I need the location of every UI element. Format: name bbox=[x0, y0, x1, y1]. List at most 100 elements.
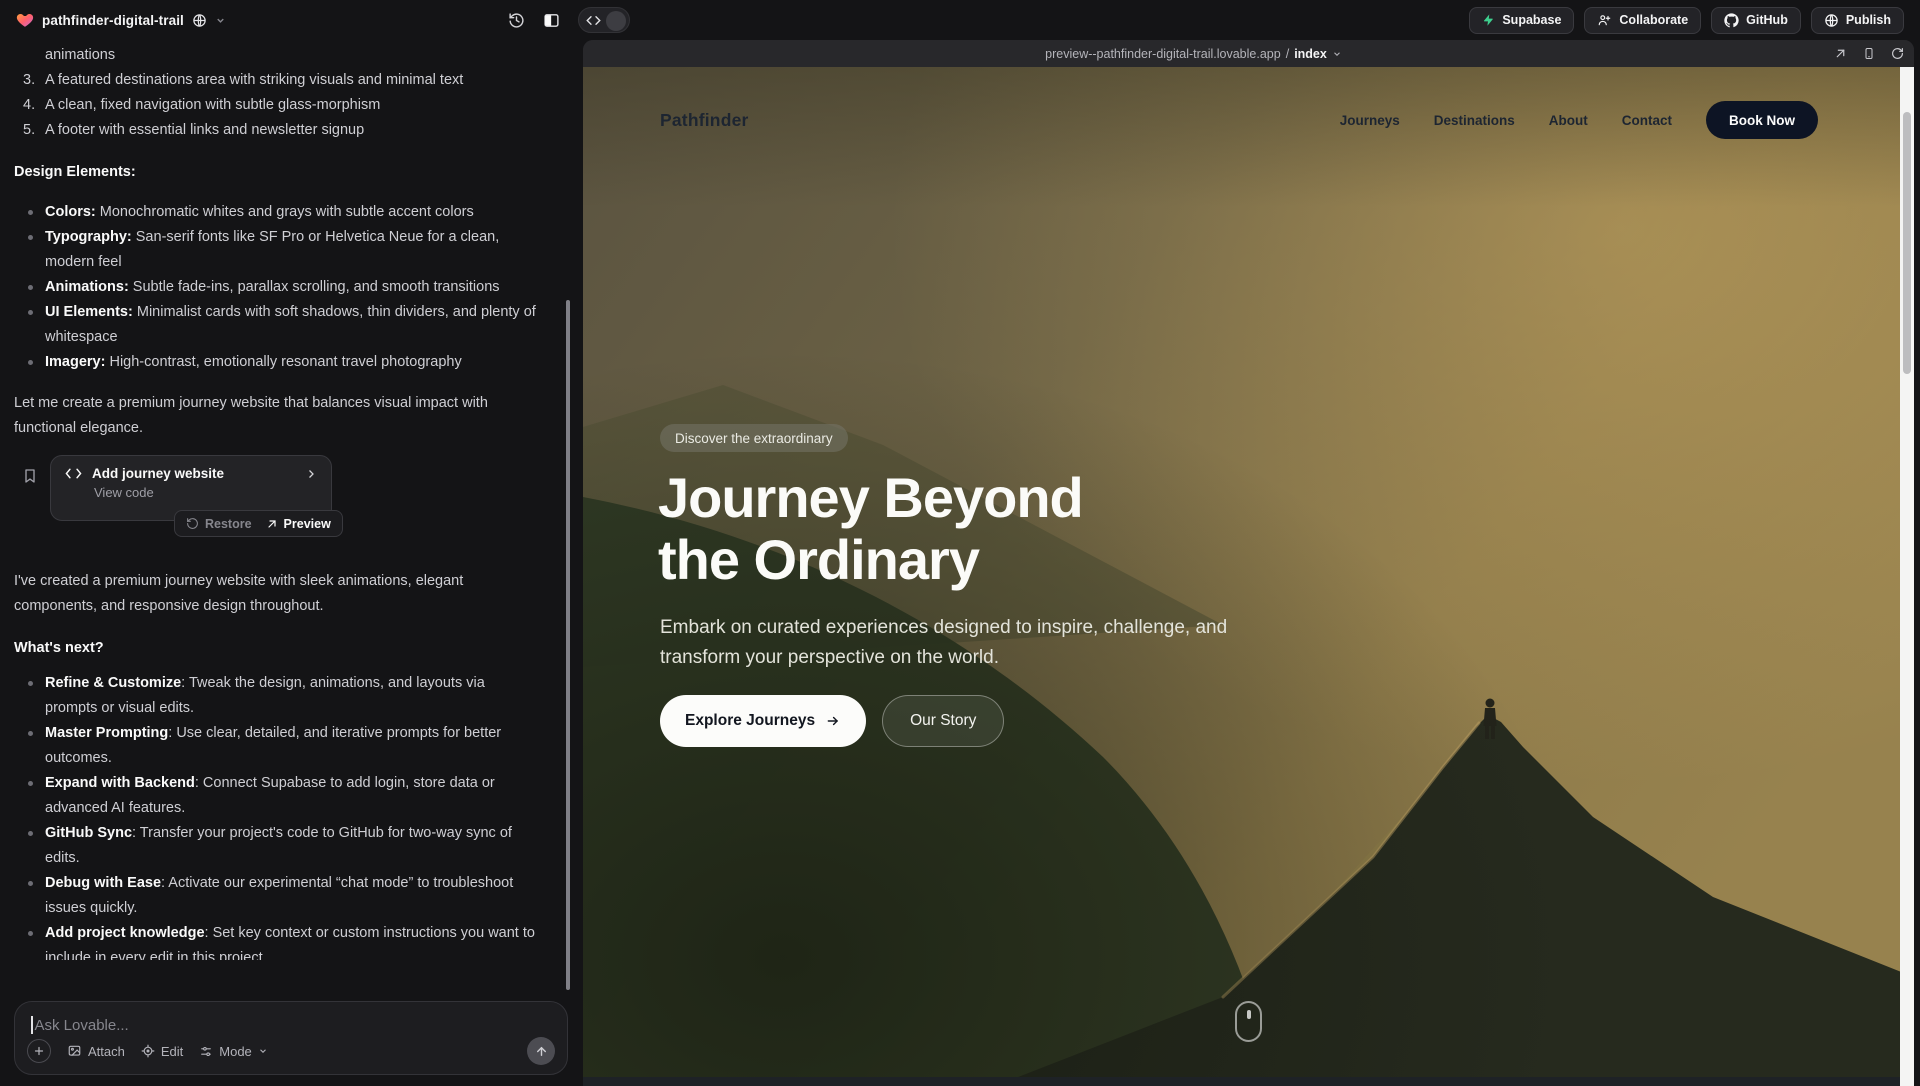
preview-panel: preview--pathfinder-digital-trail.lovabl… bbox=[583, 40, 1914, 1086]
nav-journeys[interactable]: Journeys bbox=[1340, 113, 1400, 128]
bullet-item: Colors: Monochromatic whites and grays w… bbox=[14, 200, 546, 225]
preview-url[interactable]: preview--pathfinder-digital-trail.lovabl… bbox=[583, 40, 1804, 67]
whats-next-heading: What's next? bbox=[14, 636, 546, 661]
supabase-button-label: Supabase bbox=[1502, 13, 1561, 27]
explore-journeys-button[interactable]: Explore Journeys bbox=[660, 695, 866, 747]
sliders-icon bbox=[199, 1045, 213, 1058]
chat-paragraph: Let me create a premium journey website … bbox=[14, 391, 546, 441]
supabase-button[interactable]: Supabase bbox=[1469, 7, 1574, 34]
hero-badge: Discover the extraordinary bbox=[660, 424, 848, 452]
github-button[interactable]: GitHub bbox=[1711, 7, 1801, 34]
bullet-dot bbox=[14, 721, 45, 771]
artifact-title: Add journey website bbox=[92, 466, 295, 481]
code-view-toggle[interactable] bbox=[578, 7, 630, 33]
external-arrow-icon bbox=[266, 518, 278, 530]
chat-paragraph: I've created a premium journey website w… bbox=[14, 569, 546, 619]
scroll-wheel-dot bbox=[1247, 1010, 1251, 1019]
restore-icon bbox=[186, 517, 199, 530]
bullet-item: Imagery: High-contrast, emotionally reso… bbox=[14, 350, 546, 375]
next-steps-list: Refine & Customize: Tweak the design, an… bbox=[14, 671, 546, 960]
preview-toolbar: preview--pathfinder-digital-trail.lovabl… bbox=[583, 40, 1914, 67]
chat-input-box[interactable]: Ask Lovable... Attach Edit bbox=[14, 1001, 568, 1075]
nav-destinations[interactable]: Destinations bbox=[1434, 113, 1515, 128]
published-globe-icon[interactable] bbox=[192, 13, 207, 28]
code-icon bbox=[586, 14, 601, 27]
people-icon bbox=[1597, 13, 1612, 27]
book-now-button[interactable]: Book Now bbox=[1706, 101, 1818, 139]
bullet-dot bbox=[14, 821, 45, 871]
bullet-item: GitHub Sync: Transfer your project's cod… bbox=[14, 821, 546, 871]
image-icon bbox=[67, 1044, 82, 1058]
url-page: index bbox=[1294, 47, 1327, 61]
publish-globe-icon bbox=[1824, 13, 1839, 28]
project-menu-chevron-icon[interactable] bbox=[215, 15, 226, 26]
chevron-down-icon bbox=[258, 1046, 268, 1056]
website-viewport: Pathfinder Journeys Destinations About C… bbox=[583, 67, 1914, 1086]
chat-message-area: animations 3. A featured destinations ar… bbox=[0, 40, 576, 960]
bullet-dot bbox=[14, 300, 45, 350]
scroll-indicator bbox=[1235, 1001, 1262, 1042]
numbered-item: 4. A clean, fixed navigation with subtle… bbox=[14, 93, 546, 118]
page-scrollbar-track[interactable] bbox=[1900, 67, 1914, 1086]
chevron-right-icon bbox=[305, 468, 317, 480]
url-domain: preview--pathfinder-digital-trail.lovabl… bbox=[1045, 47, 1281, 61]
publish-button-label: Publish bbox=[1846, 13, 1891, 27]
bullet-dot bbox=[14, 275, 45, 300]
bullet-dot bbox=[14, 200, 45, 225]
numbered-item: 5. A footer with essential links and new… bbox=[14, 118, 546, 143]
panel-toggle-icon[interactable] bbox=[543, 12, 560, 29]
bullet-item: Debug with Ease: Activate our experiment… bbox=[14, 871, 546, 921]
bookmark-icon[interactable] bbox=[22, 467, 38, 485]
bullet-item: Animations: Subtle fade-ins, parallax sc… bbox=[14, 275, 546, 300]
numbered-item: 3. A featured destinations area with str… bbox=[14, 68, 546, 93]
bullet-dot bbox=[14, 350, 45, 375]
site-brand[interactable]: Pathfinder bbox=[660, 110, 749, 131]
next-section-edge bbox=[583, 1077, 1914, 1086]
collaborate-button[interactable]: Collaborate bbox=[1584, 7, 1701, 34]
page-scrollbar-thumb[interactable] bbox=[1903, 112, 1911, 374]
restore-button[interactable]: Restore bbox=[186, 517, 252, 531]
site-nav: Journeys Destinations About Contact Book… bbox=[1340, 101, 1818, 139]
mode-selector[interactable]: Mode bbox=[199, 1044, 268, 1059]
bullet-dot bbox=[14, 225, 45, 275]
arrow-right-icon bbox=[825, 714, 841, 728]
bullet-item: Typography: San-serif fonts like SF Pro … bbox=[14, 225, 546, 275]
item-number: 4. bbox=[14, 93, 45, 118]
hero-subtitle: Embark on curated experiences designed t… bbox=[660, 613, 1250, 673]
site-header: Pathfinder Journeys Destinations About C… bbox=[583, 92, 1914, 148]
chat-scrollbar[interactable] bbox=[566, 300, 570, 990]
nav-contact[interactable]: Contact bbox=[1622, 113, 1672, 128]
restore-preview-pill: Restore Preview bbox=[174, 510, 343, 537]
bullet-item: Add project knowledge: Set key context o… bbox=[14, 921, 546, 960]
publish-button[interactable]: Publish bbox=[1811, 7, 1904, 34]
url-separator: / bbox=[1286, 47, 1289, 61]
mode-label: Mode bbox=[219, 1044, 252, 1059]
refresh-icon[interactable] bbox=[1891, 47, 1904, 60]
artifact-block: Add journey website View code Restore bbox=[14, 455, 546, 547]
toggle-knob bbox=[606, 11, 626, 31]
view-code-link[interactable]: View code bbox=[94, 485, 317, 500]
hero-cta-group: Explore Journeys Our Story bbox=[660, 695, 1004, 747]
edit-label: Edit bbox=[161, 1044, 183, 1059]
preview-button[interactable]: Preview bbox=[266, 517, 331, 531]
nav-about[interactable]: About bbox=[1549, 113, 1588, 128]
bullet-dot bbox=[14, 771, 45, 821]
send-button[interactable] bbox=[527, 1037, 555, 1065]
mobile-view-icon[interactable] bbox=[1863, 46, 1875, 61]
lovable-heart-logo[interactable] bbox=[16, 11, 34, 29]
our-story-button[interactable]: Our Story bbox=[882, 695, 1004, 747]
history-icon[interactable] bbox=[508, 12, 525, 29]
edit-button[interactable]: Edit bbox=[141, 1044, 183, 1059]
attach-button[interactable]: Attach bbox=[67, 1044, 125, 1059]
bullet-item: Refine & Customize: Tweak the design, an… bbox=[14, 671, 546, 721]
github-icon bbox=[1724, 13, 1739, 28]
chat-input-placeholder[interactable]: Ask Lovable... bbox=[35, 1017, 129, 1034]
open-in-new-tab-icon[interactable] bbox=[1834, 47, 1847, 60]
add-button[interactable] bbox=[27, 1039, 51, 1063]
app-topbar: pathfinder-digital-trail bbox=[0, 0, 1920, 40]
design-elements-heading: Design Elements: bbox=[14, 160, 546, 185]
bullet-item: UI Elements: Minimalist cards with soft … bbox=[14, 300, 546, 350]
project-name[interactable]: pathfinder-digital-trail bbox=[42, 13, 184, 28]
chat-wrapped-line: animations bbox=[45, 43, 546, 68]
github-button-label: GitHub bbox=[1746, 13, 1788, 27]
